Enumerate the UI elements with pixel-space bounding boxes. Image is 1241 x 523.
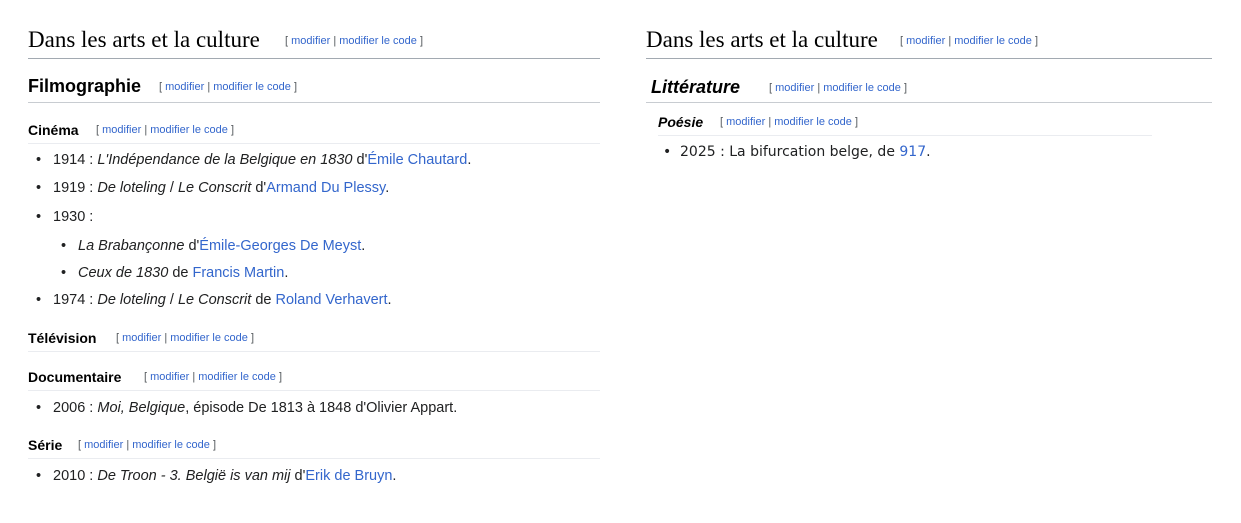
edit-source-link[interactable]: modifier le code [954,35,1032,47]
litterature-edit-links: [ modifier | modifier le code ] [769,82,908,94]
section-title: Dans les arts et la culture [646,27,878,52]
documentaire-edit-links: [ modifier | modifier le code ] [144,371,283,383]
filmographie-title: Filmographie [28,76,142,96]
section-heading: Dans les arts et la culture [ modifier |… [28,24,600,59]
author-link[interactable]: Roland Verhavert [276,292,388,308]
poesie-heading: Poésie [ modifier | modifier le code ] [658,114,1152,136]
edit-link[interactable]: modifier [165,81,204,93]
edit-source-link[interactable]: modifier le code [774,116,852,128]
author-link[interactable]: Émile Chautard [367,152,467,168]
edit-source-link[interactable]: modifier le code [170,332,248,344]
cinema-edit-links: [ modifier | modifier le code ] [96,124,235,136]
edit-link[interactable]: modifier [102,124,141,136]
filmographie-heading: Filmographie [ modifier | modifier le co… [28,76,600,103]
edit-source-link[interactable]: modifier le code [823,82,901,94]
section-title: Dans les arts et la culture [28,27,260,52]
list-item: 2006 : Moi, Belgique, épisode De 1813 à … [36,400,457,416]
television-edit-links: [ modifier | modifier le code ] [116,332,255,344]
author-link[interactable]: Armand Du Plessy [266,180,385,196]
edit-link[interactable]: modifier [726,116,765,128]
litterature-title: Littérature [651,77,741,97]
list-item: Ceux de 1830 de Francis Martin. [61,265,288,281]
poesie-edit-links: [ modifier | modifier le code ] [720,116,859,128]
edit-link[interactable]: modifier [775,82,814,94]
filmographie-edit-links: [ modifier | modifier le code ] [159,81,298,93]
author-link[interactable]: Francis Martin [192,265,284,281]
television-heading: Télévision [ modifier | modifier le code… [28,330,600,352]
poesie-title: Poésie [658,114,704,130]
edit-link[interactable]: modifier [291,35,330,47]
author-link[interactable]: 917 [899,144,926,160]
edit-source-link[interactable]: modifier le code [132,439,210,451]
edit-source-link[interactable]: modifier le code [150,124,228,136]
list-item: 1930 : [36,209,93,225]
litterature-heading: Littérature [ modifier | modifier le cod… [646,77,1212,103]
list-item: 1914 : L'Indépendance de la Belgique en … [36,152,471,168]
documentaire-heading: Documentaire [ modifier | modifier le co… [28,369,600,391]
cinema-heading: Cinéma [ modifier | modifier le code ] [28,122,600,144]
serie-heading: Série [ modifier | modifier le code ] [28,437,600,459]
author-link[interactable]: Erik de Bruyn [305,468,392,484]
serie-title: Série [28,437,63,453]
edit-source-link[interactable]: modifier le code [339,35,417,47]
section-edit-links: [ modifier | modifier le code ] [900,35,1039,47]
edit-link[interactable]: modifier [150,371,189,383]
serie-edit-links: [ modifier | modifier le code ] [78,439,217,451]
edit-link[interactable]: modifier [84,439,123,451]
edit-source-link[interactable]: modifier le code [213,81,291,93]
author-link[interactable]: Émile-Georges De Meyst [199,238,361,254]
list-item: 1919 : De loteling / Le Conscrit d'Arman… [36,180,389,196]
section-edit-links: [ modifier | modifier le code ] [285,35,424,47]
documentaire-title: Documentaire [28,369,122,385]
list-item: La Brabançonne d'Émile-Georges De Meyst. [61,238,365,254]
edit-source-link[interactable]: modifier le code [198,371,276,383]
section-heading: Dans les arts et la culture [ modifier |… [646,24,1212,59]
edit-link[interactable]: modifier [122,332,161,344]
list-item: 1974 : De loteling / Le Conscrit de Rola… [36,292,392,308]
edit-link[interactable]: modifier [906,35,945,47]
list-item: 2010 : De Troon - 3. België is van mij d… [36,468,396,484]
list-item: 2025 : La bifurcation belge, de 917. [663,144,931,160]
cinema-title: Cinéma [28,122,79,138]
television-title: Télévision [28,330,97,346]
